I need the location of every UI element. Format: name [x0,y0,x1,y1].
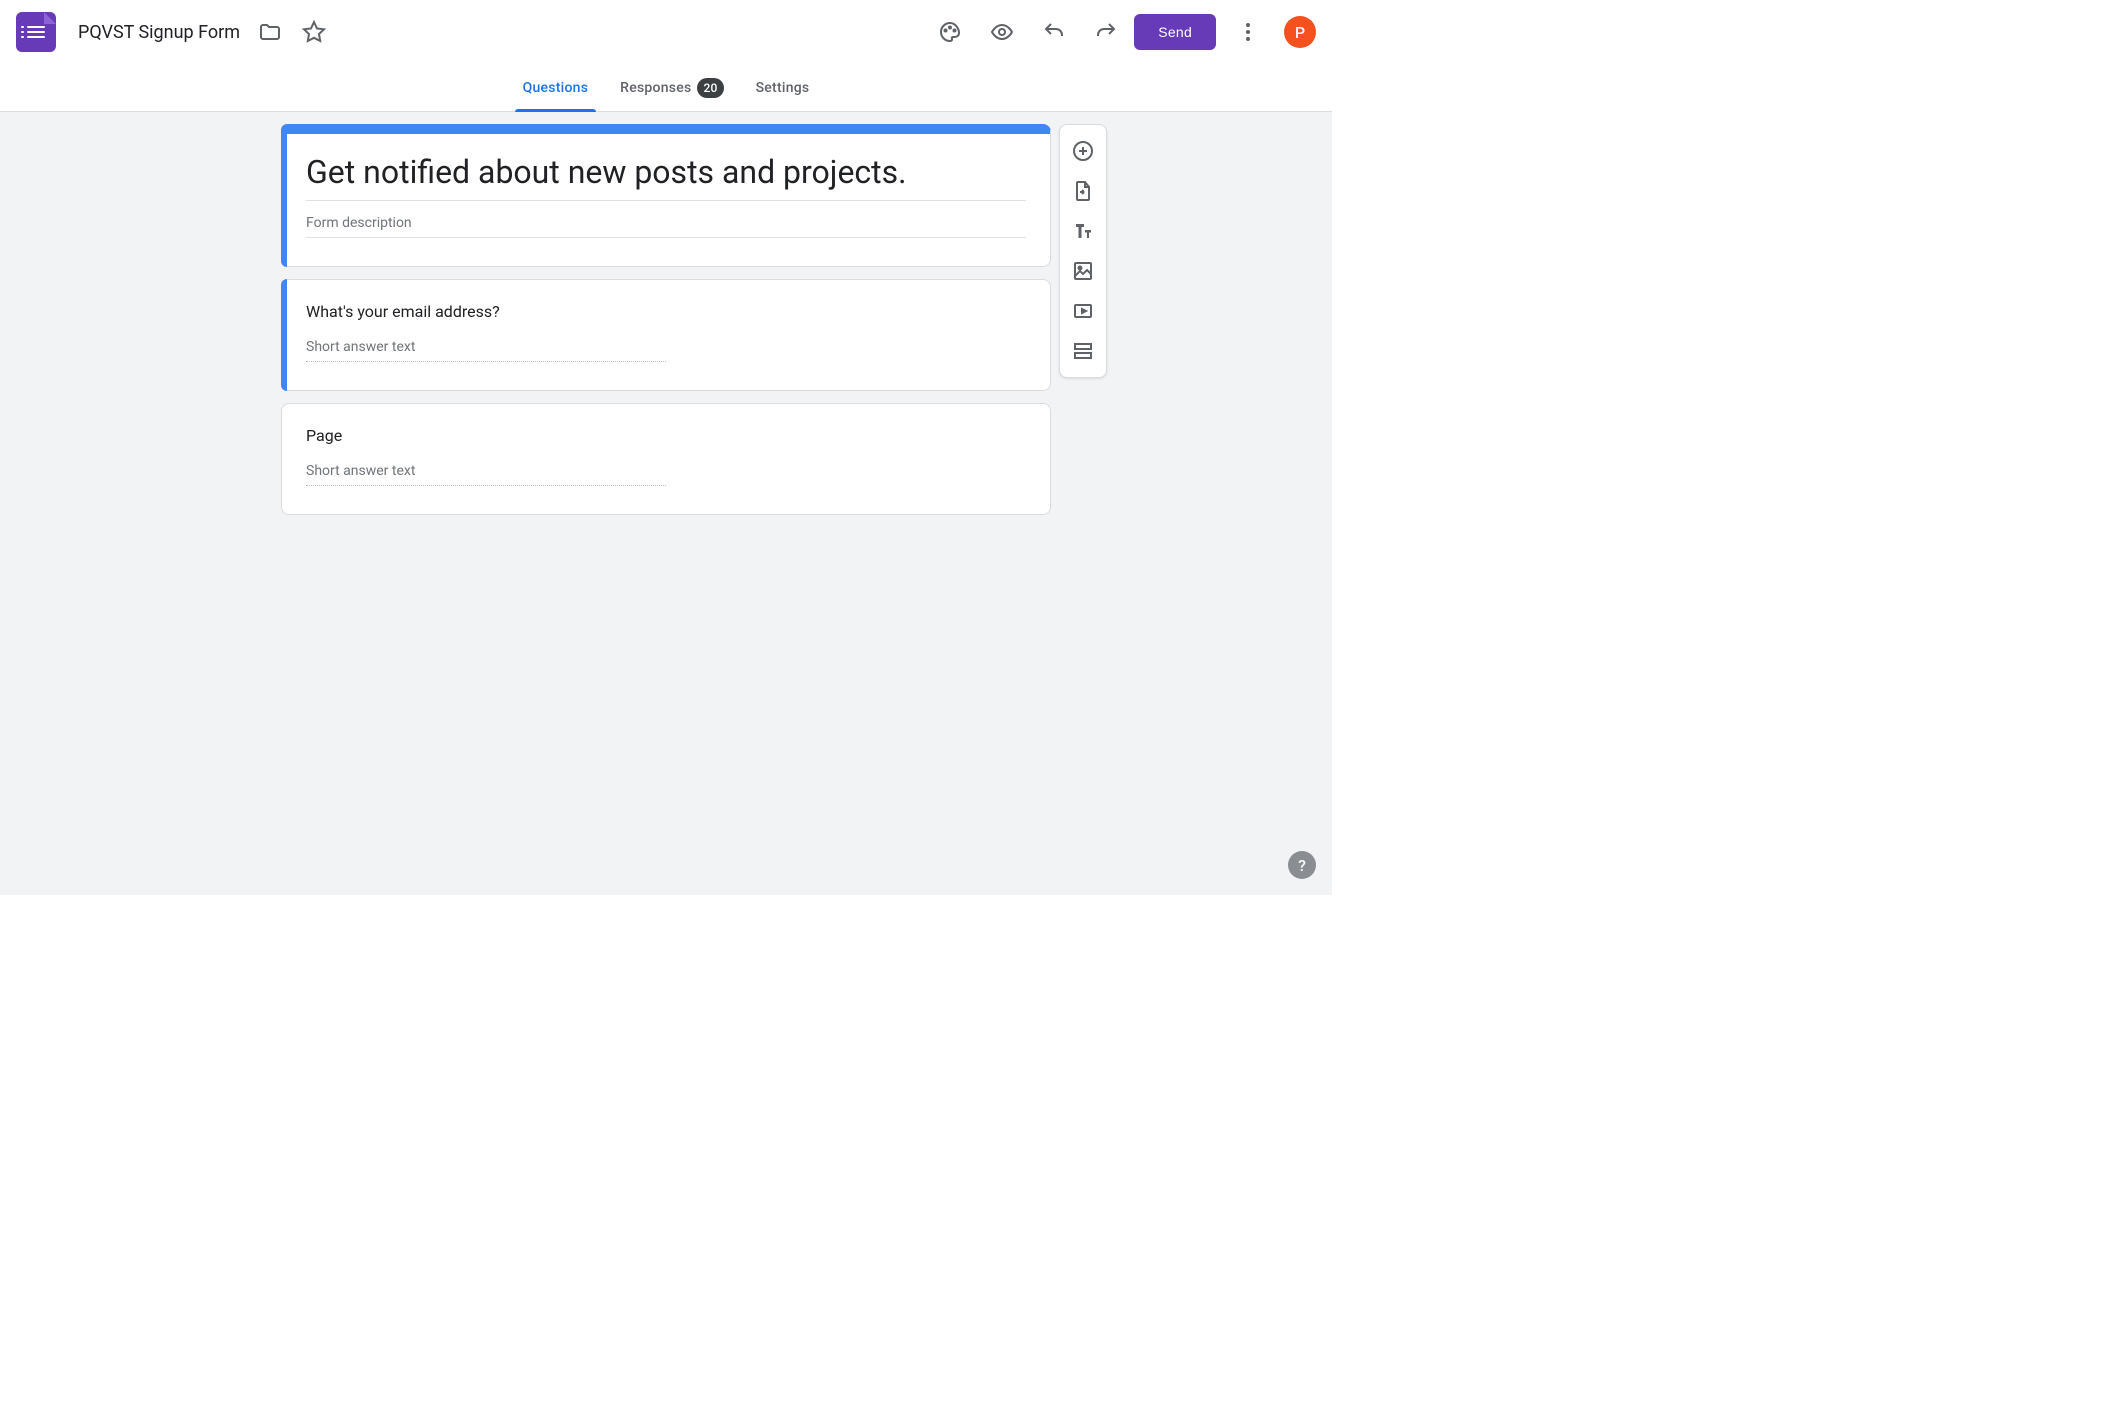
move-to-folder-button[interactable] [250,12,290,52]
undo-button[interactable] [1034,12,1074,52]
question-title[interactable]: Page [306,426,1026,445]
add-question-button[interactable] [1065,133,1101,169]
app-header: PQVST Signup Form Send P [0,0,1332,64]
help-button[interactable]: ? [1288,851,1316,879]
forms-logo-lines [27,26,45,38]
forms-logo[interactable] [16,12,56,52]
redo-button[interactable] [1086,12,1126,52]
form-canvas: Get notified about new posts and project… [0,112,1332,895]
more-options-button[interactable] [1228,12,1268,52]
editor-tabs: Questions Responses 20 Settings [0,64,1332,112]
document-title[interactable]: PQVST Signup Form [72,18,246,47]
star-icon [302,20,326,44]
image-icon [1071,259,1095,283]
undo-icon [1042,20,1066,44]
responses-count-badge: 20 [697,78,723,98]
add-video-button[interactable] [1065,293,1101,329]
question-toolbar [1059,124,1107,378]
short-answer-placeholder: Short answer text [306,339,666,362]
star-button[interactable] [294,12,334,52]
tab-questions[interactable]: Questions [523,64,589,112]
send-button[interactable]: Send [1134,14,1216,50]
form-wrapper: Get notified about new posts and project… [281,124,1051,515]
short-answer-placeholder: Short answer text [306,463,666,486]
folder-icon [258,20,282,44]
form-header-card[interactable]: Get notified about new posts and project… [281,124,1051,267]
more-vert-icon [1236,20,1260,44]
form-description-input[interactable]: Form description [306,209,1026,238]
tab-responses[interactable]: Responses 20 [620,64,723,112]
tab-settings[interactable]: Settings [756,64,810,112]
account-avatar[interactable]: P [1284,16,1316,48]
preview-button[interactable] [982,12,1022,52]
video-icon [1071,299,1095,323]
customize-theme-button[interactable] [930,12,970,52]
text-title-icon [1071,219,1095,243]
import-file-icon [1071,179,1095,203]
section-icon [1071,339,1095,363]
form-title-input[interactable]: Get notified about new posts and project… [306,152,1026,201]
add-image-button[interactable] [1065,253,1101,289]
question-card[interactable]: Page Short answer text [281,403,1051,515]
import-questions-button[interactable] [1065,173,1101,209]
palette-icon [938,20,962,44]
tab-responses-label: Responses [620,80,691,96]
add-section-button[interactable] [1065,333,1101,369]
add-title-button[interactable] [1065,213,1101,249]
redo-icon [1094,20,1118,44]
eye-icon [990,20,1014,44]
question-title[interactable]: What's your email address? [306,302,1026,321]
question-card[interactable]: What's your email address? Short answer … [281,279,1051,391]
add-circle-icon [1071,139,1095,163]
